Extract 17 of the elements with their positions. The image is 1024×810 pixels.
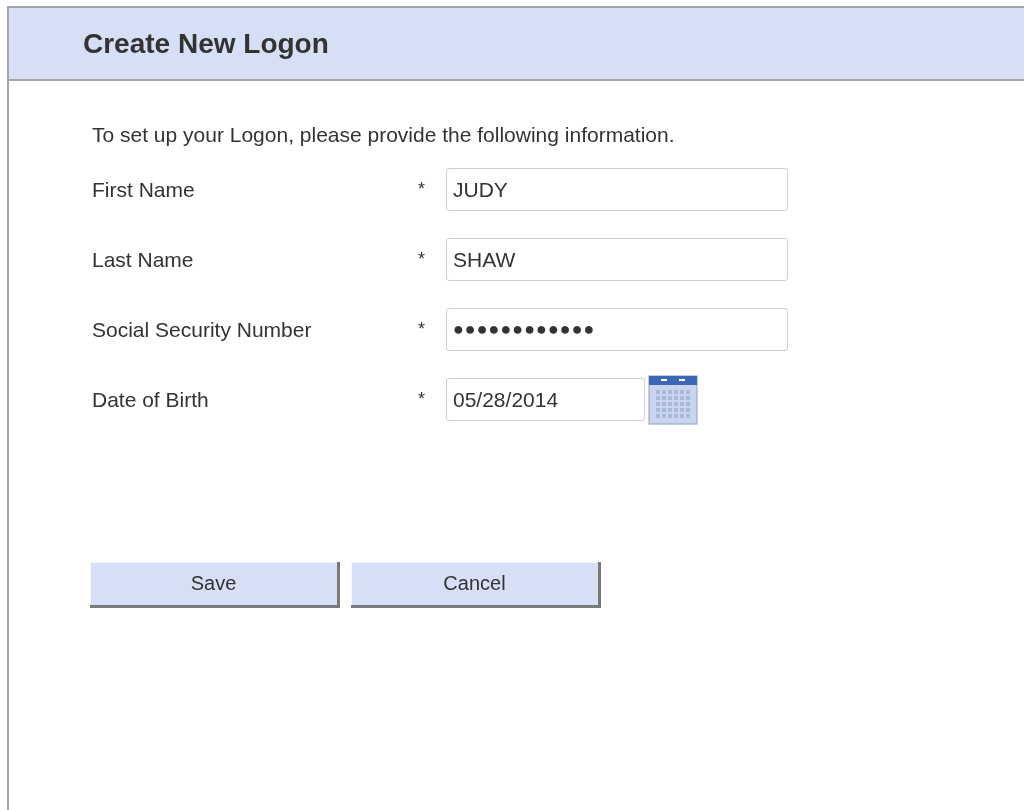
field-label: Date of Birth xyxy=(92,387,210,412)
required-mark: * xyxy=(418,249,426,270)
action-button[interactable]: Save xyxy=(90,562,340,608)
required-mark: * xyxy=(418,389,426,410)
page-title: Create New Logon xyxy=(83,27,329,60)
password-field[interactable]: ●●●●●●●●●●●● xyxy=(446,308,788,351)
calendar-icon[interactable] xyxy=(648,374,698,425)
field-label: First Name xyxy=(92,177,196,202)
input-field[interactable]: JUDY xyxy=(446,168,788,211)
date-field[interactable]: 05/28/2014 xyxy=(446,378,645,421)
action-button[interactable]: Cancel xyxy=(351,562,601,608)
required-mark: * xyxy=(418,179,426,200)
intro-text: To set up your Logon, please provide the following information. xyxy=(92,123,676,147)
required-mark: * xyxy=(418,319,426,340)
input-field[interactable]: SHAW xyxy=(446,238,788,281)
field-label: Social Security Number xyxy=(92,317,313,342)
field-label: Last Name xyxy=(92,247,195,272)
